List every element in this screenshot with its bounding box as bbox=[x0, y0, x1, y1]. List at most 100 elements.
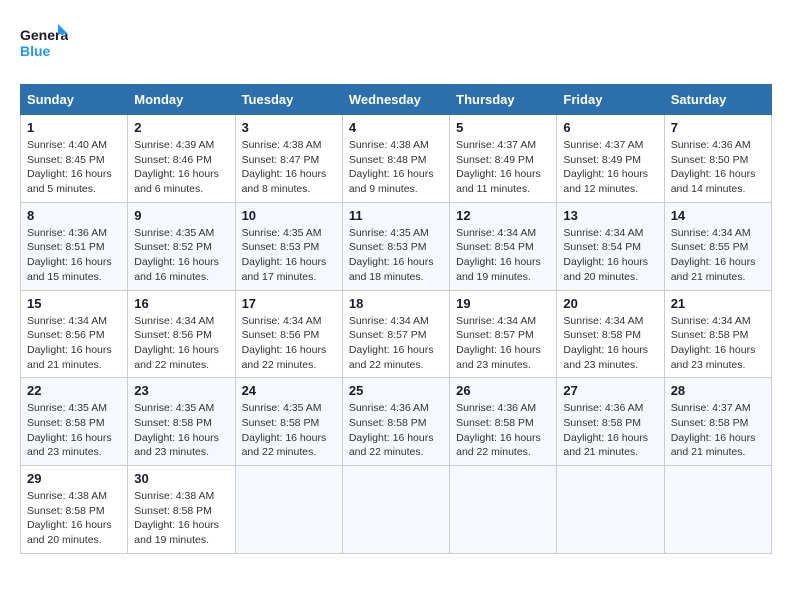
calendar-cell: 4 Sunrise: 4:38 AMSunset: 8:48 PMDaylight… bbox=[342, 115, 449, 203]
day-info: Sunrise: 4:35 AMSunset: 8:58 PMDaylight:… bbox=[242, 401, 336, 460]
calendar-cell: 16Sunrise: 4:34 AMSunset: 8:56 PMDayligh… bbox=[128, 290, 235, 378]
day-number: 25 bbox=[349, 383, 443, 398]
day-info: Sunrise: 4:34 AMSunset: 8:58 PMDaylight:… bbox=[671, 314, 765, 373]
day-number: 20 bbox=[563, 296, 657, 311]
day-number: 2 bbox=[134, 120, 228, 135]
day-info: Sunrise: 4:36 AMSunset: 8:58 PMDaylight:… bbox=[349, 401, 443, 460]
calendar-cell bbox=[557, 466, 664, 554]
svg-text:Blue: Blue bbox=[20, 43, 51, 59]
day-header-sunday: Sunday bbox=[21, 85, 128, 115]
day-number: 13 bbox=[563, 208, 657, 223]
day-number: 15 bbox=[27, 296, 121, 311]
day-info: Sunrise: 4:34 AMSunset: 8:57 PMDaylight:… bbox=[456, 314, 550, 373]
calendar-cell: 3 Sunrise: 4:38 AMSunset: 8:47 PMDaylight… bbox=[235, 115, 342, 203]
day-info: Sunrise: 4:39 AMSunset: 8:46 PMDaylight:… bbox=[134, 138, 228, 197]
calendar-week-1: 1Sunrise: 4:40 AMSunset: 8:45 PMDaylight… bbox=[21, 115, 772, 203]
day-number: 12 bbox=[456, 208, 550, 223]
day-info: Sunrise: 4:34 AMSunset: 8:54 PMDaylight:… bbox=[563, 226, 657, 285]
day-number: 19 bbox=[456, 296, 550, 311]
day-header-wednesday: Wednesday bbox=[342, 85, 449, 115]
day-number: 5 bbox=[456, 120, 550, 135]
day-number: 14 bbox=[671, 208, 765, 223]
day-info: Sunrise: 4:34 AMSunset: 8:56 PMDaylight:… bbox=[27, 314, 121, 373]
day-number: 10 bbox=[242, 208, 336, 223]
calendar-cell bbox=[342, 466, 449, 554]
calendar-cell: 18 Sunrise: 4:34 AMSunset: 8:57 PMDayligh… bbox=[342, 290, 449, 378]
day-number: 21 bbox=[671, 296, 765, 311]
calendar-cell bbox=[235, 466, 342, 554]
calendar-cell: 14 Sunrise: 4:34 AMSunset: 8:55 PMDayligh… bbox=[664, 202, 771, 290]
day-number: 9 bbox=[134, 208, 228, 223]
calendar-cell bbox=[450, 466, 557, 554]
calendar-cell: 2 Sunrise: 4:39 AMSunset: 8:46 PMDaylight… bbox=[128, 115, 235, 203]
day-header-monday: Monday bbox=[128, 85, 235, 115]
day-header-tuesday: Tuesday bbox=[235, 85, 342, 115]
calendar-cell: 28Sunrise: 4:37 AMSunset: 8:58 PMDayligh… bbox=[664, 378, 771, 466]
day-number: 30 bbox=[134, 471, 228, 486]
day-info: Sunrise: 4:36 AMSunset: 8:58 PMDaylight:… bbox=[563, 401, 657, 460]
day-info: Sunrise: 4:35 AMSunset: 8:53 PMDaylight:… bbox=[242, 226, 336, 285]
day-info: Sunrise: 4:34 AMSunset: 8:57 PMDaylight:… bbox=[349, 314, 443, 373]
calendar-cell: 9 Sunrise: 4:35 AMSunset: 8:52 PMDaylight… bbox=[128, 202, 235, 290]
day-number: 11 bbox=[349, 208, 443, 223]
calendar-cell: 20 Sunrise: 4:34 AMSunset: 8:58 PMDayligh… bbox=[557, 290, 664, 378]
day-info: Sunrise: 4:36 AMSunset: 8:50 PMDaylight:… bbox=[671, 138, 765, 197]
calendar-cell: 21 Sunrise: 4:34 AMSunset: 8:58 PMDayligh… bbox=[664, 290, 771, 378]
calendar-week-5: 29 Sunrise: 4:38 AMSunset: 8:58 PMDayligh… bbox=[21, 466, 772, 554]
day-info: Sunrise: 4:36 AMSunset: 8:51 PMDaylight:… bbox=[27, 226, 121, 285]
day-number: 22 bbox=[27, 383, 121, 398]
calendar-cell: 13 Sunrise: 4:34 AMSunset: 8:54 PMDayligh… bbox=[557, 202, 664, 290]
calendar-cell: 7Sunrise: 4:36 AMSunset: 8:50 PMDaylight… bbox=[664, 115, 771, 203]
calendar-cell: 30 Sunrise: 4:38 AMSunset: 8:58 PMDayligh… bbox=[128, 466, 235, 554]
day-number: 28 bbox=[671, 383, 765, 398]
calendar-cell: 11 Sunrise: 4:35 AMSunset: 8:53 PMDayligh… bbox=[342, 202, 449, 290]
calendar-cell: 24 Sunrise: 4:35 AMSunset: 8:58 PMDayligh… bbox=[235, 378, 342, 466]
calendar-week-3: 15 Sunrise: 4:34 AMSunset: 8:56 PMDayligh… bbox=[21, 290, 772, 378]
calendar-cell: 5 Sunrise: 4:37 AMSunset: 8:49 PMDaylight… bbox=[450, 115, 557, 203]
day-number: 3 bbox=[242, 120, 336, 135]
calendar-cell: 25 Sunrise: 4:36 AMSunset: 8:58 PMDayligh… bbox=[342, 378, 449, 466]
calendar-cell: 15 Sunrise: 4:34 AMSunset: 8:56 PMDayligh… bbox=[21, 290, 128, 378]
calendar-cell: 23 Sunrise: 4:35 AMSunset: 8:58 PMDayligh… bbox=[128, 378, 235, 466]
day-number: 6 bbox=[563, 120, 657, 135]
day-info: Sunrise: 4:34 AMSunset: 8:58 PMDaylight:… bbox=[563, 314, 657, 373]
day-info: Sunrise: 4:38 AMSunset: 8:47 PMDaylight:… bbox=[242, 138, 336, 197]
day-number: 18 bbox=[349, 296, 443, 311]
calendar-cell: 8Sunrise: 4:36 AMSunset: 8:51 PMDaylight… bbox=[21, 202, 128, 290]
day-info: Sunrise: 4:37 AMSunset: 8:49 PMDaylight:… bbox=[456, 138, 550, 197]
day-number: 17 bbox=[242, 296, 336, 311]
day-info: Sunrise: 4:34 AMSunset: 8:56 PMDaylight:… bbox=[134, 314, 228, 373]
day-info: Sunrise: 4:37 AMSunset: 8:49 PMDaylight:… bbox=[563, 138, 657, 197]
calendar-cell: 29 Sunrise: 4:38 AMSunset: 8:58 PMDayligh… bbox=[21, 466, 128, 554]
day-info: Sunrise: 4:35 AMSunset: 8:52 PMDaylight:… bbox=[134, 226, 228, 285]
day-header-saturday: Saturday bbox=[664, 85, 771, 115]
day-info: Sunrise: 4:35 AMSunset: 8:58 PMDaylight:… bbox=[27, 401, 121, 460]
day-info: Sunrise: 4:35 AMSunset: 8:58 PMDaylight:… bbox=[134, 401, 228, 460]
day-header-friday: Friday bbox=[557, 85, 664, 115]
day-header-thursday: Thursday bbox=[450, 85, 557, 115]
day-number: 26 bbox=[456, 383, 550, 398]
logo: GeneralBlue bbox=[20, 20, 68, 68]
calendar-cell: 17 Sunrise: 4:34 AMSunset: 8:56 PMDayligh… bbox=[235, 290, 342, 378]
page-header: GeneralBlue bbox=[20, 20, 772, 68]
day-number: 1 bbox=[27, 120, 121, 135]
day-info: Sunrise: 4:38 AMSunset: 8:58 PMDaylight:… bbox=[27, 489, 121, 548]
calendar-cell: 22 Sunrise: 4:35 AMSunset: 8:58 PMDayligh… bbox=[21, 378, 128, 466]
calendar-table: SundayMondayTuesdayWednesdayThursdayFrid… bbox=[20, 84, 772, 554]
day-number: 29 bbox=[27, 471, 121, 486]
day-number: 4 bbox=[349, 120, 443, 135]
calendar-cell bbox=[664, 466, 771, 554]
day-info: Sunrise: 4:38 AMSunset: 8:48 PMDaylight:… bbox=[349, 138, 443, 197]
day-number: 24 bbox=[242, 383, 336, 398]
calendar-cell: 6 Sunrise: 4:37 AMSunset: 8:49 PMDaylight… bbox=[557, 115, 664, 203]
day-info: Sunrise: 4:36 AMSunset: 8:58 PMDaylight:… bbox=[456, 401, 550, 460]
calendar-cell: 19 Sunrise: 4:34 AMSunset: 8:57 PMDayligh… bbox=[450, 290, 557, 378]
calendar-week-2: 8Sunrise: 4:36 AMSunset: 8:51 PMDaylight… bbox=[21, 202, 772, 290]
day-info: Sunrise: 4:34 AMSunset: 8:55 PMDaylight:… bbox=[671, 226, 765, 285]
day-info: Sunrise: 4:34 AMSunset: 8:56 PMDaylight:… bbox=[242, 314, 336, 373]
calendar-cell: 27Sunrise: 4:36 AMSunset: 8:58 PMDayligh… bbox=[557, 378, 664, 466]
day-info: Sunrise: 4:35 AMSunset: 8:53 PMDaylight:… bbox=[349, 226, 443, 285]
day-info: Sunrise: 4:38 AMSunset: 8:58 PMDaylight:… bbox=[134, 489, 228, 548]
day-info: Sunrise: 4:34 AMSunset: 8:54 PMDaylight:… bbox=[456, 226, 550, 285]
day-number: 23 bbox=[134, 383, 228, 398]
